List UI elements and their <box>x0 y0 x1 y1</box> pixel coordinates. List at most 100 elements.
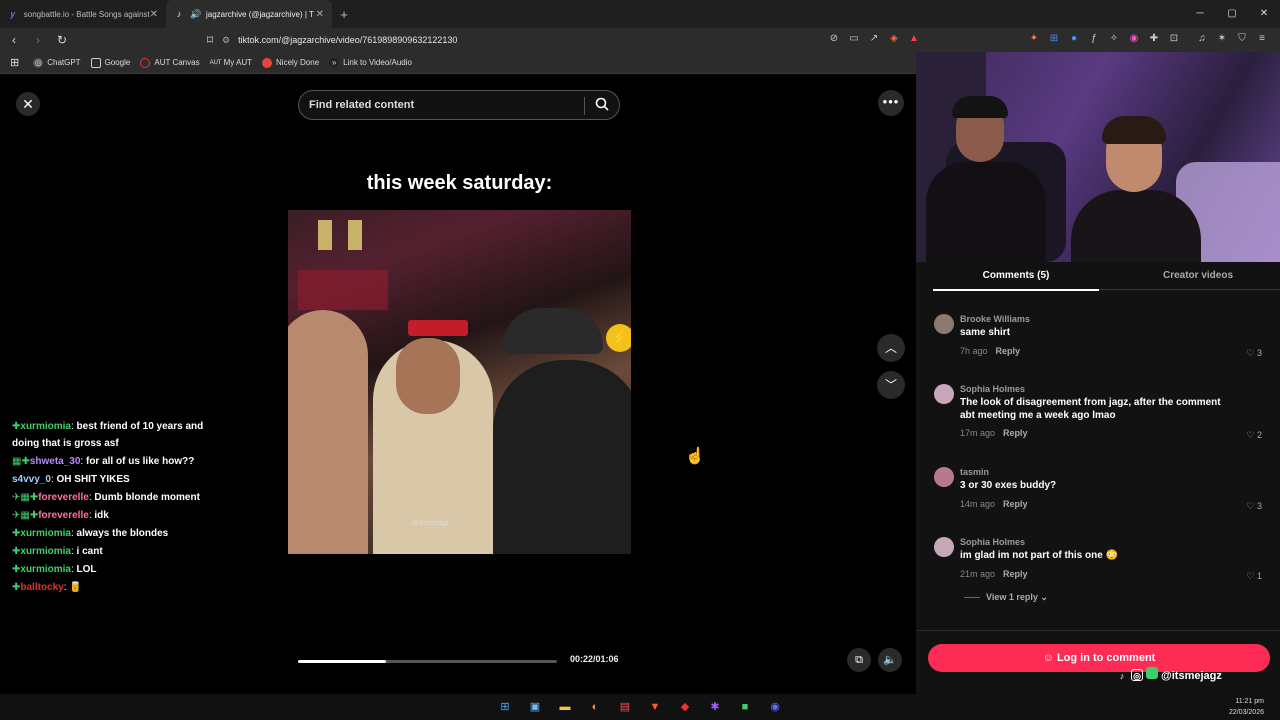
brave-shields-icon[interactable]: ◈ <box>886 30 902 48</box>
taskbar: ⊞ ▣ ▬ ◐ ▤ ▼ ◆ ✱ ■ ◉ <box>0 694 1280 720</box>
floating-player-icon[interactable]: ⧉ <box>847 648 871 672</box>
neon-sign <box>408 320 468 336</box>
reply-button[interactable]: Reply <box>1003 428 1028 438</box>
next-video-button[interactable]: ﹀ <box>877 371 905 399</box>
bookmark-aut-canvas[interactable]: AUT Canvas <box>140 57 200 68</box>
screenshot-icon[interactable]: ⊡ <box>1166 30 1182 48</box>
extensions-icon[interactable]: ✚ <box>1146 30 1162 48</box>
like-count: 3 <box>1256 501 1262 511</box>
chat-username[interactable]: foreverelle <box>38 510 89 521</box>
share-icon[interactable]: ↗ <box>866 30 882 48</box>
picture-in-picture-icon[interactable]: ▭ <box>846 30 862 48</box>
back-icon[interactable]: ‹ <box>4 30 24 50</box>
avatar[interactable] <box>934 537 954 557</box>
brave-icon[interactable]: ▼ <box>645 697 665 717</box>
extension-color-icon[interactable]: ◉ <box>1126 30 1142 48</box>
video-frame[interactable]: ⚡ @itsmejagz <box>288 210 631 554</box>
like-button[interactable]: ♡ 1 <box>1246 571 1262 582</box>
app-red-icon[interactable]: ◆ <box>675 697 695 717</box>
reply-button[interactable]: Reply <box>1003 499 1028 509</box>
chat-username[interactable]: balltocky <box>20 582 63 593</box>
comment-author[interactable]: Sophia Holmes <box>960 537 1025 547</box>
view-replies-button[interactable]: View 1 reply ⌄ <box>964 592 1048 603</box>
firefox-icon[interactable]: ◐ <box>585 697 605 717</box>
brave-rewards-icon[interactable]: ▲ <box>906 30 922 48</box>
apps-icon[interactable]: ⊞ <box>10 56 19 69</box>
forward-icon[interactable]: › <box>28 30 48 50</box>
audio-icon[interactable]: 🔊 <box>190 9 201 19</box>
app-green-icon[interactable]: ■ <box>735 697 755 717</box>
reply-button[interactable]: Reply <box>996 346 1021 356</box>
comment-author[interactable]: Brooke Williams <box>960 314 1030 324</box>
chat-text: idk <box>94 510 109 521</box>
avatar[interactable] <box>934 384 954 404</box>
chat-username[interactable]: s4vvy_0 <box>12 474 51 485</box>
video-player[interactable]: this week saturday: ⚡ @itsmejagz 00:22/0… <box>288 78 631 688</box>
menu-icon[interactable]: ≡ <box>1254 30 1270 48</box>
close-video-button[interactable]: ✕ <box>16 92 40 116</box>
streamer-left-body <box>926 162 1046 262</box>
tab-creator-videos[interactable]: Creator videos <box>1115 262 1280 290</box>
previous-video-button[interactable]: ︿ <box>877 334 905 362</box>
start-icon[interactable]: ⊞ <box>495 697 515 717</box>
extension-fox-icon[interactable]: ✦ <box>1026 30 1042 48</box>
leo-ai-icon[interactable]: ✶ <box>1214 30 1230 48</box>
more-options-icon[interactable]: ••• <box>878 90 904 116</box>
chat-username[interactable]: xurmiomia <box>20 564 71 575</box>
system-clock[interactable]: 11:21 pm 22/03/2026 <box>1229 694 1264 718</box>
reply-button[interactable]: Reply <box>1003 569 1028 579</box>
neon-light <box>298 270 388 310</box>
chat-text: 🥫 <box>69 582 82 593</box>
close-tab-icon[interactable]: ✕ <box>316 9 324 20</box>
like-count: 2 <box>1256 430 1262 440</box>
chat-username[interactable]: xurmiomia <box>20 421 71 432</box>
app-blue-icon[interactable]: ◉ <box>765 697 785 717</box>
bookmark-nicely-done[interactable]: Nicely Done <box>262 57 319 68</box>
heart-icon: ♡ <box>1246 348 1255 358</box>
new-tab-button[interactable]: + <box>332 7 356 22</box>
volume-icon[interactable]: 🔈 <box>878 648 902 672</box>
close-window-icon[interactable]: ✕ <box>1248 0 1280 28</box>
chat-username[interactable]: foreverelle <box>38 492 89 503</box>
video-watermark: @itsmejagz <box>412 520 449 527</box>
address-bar-actions: ⊘ ▭ ↗ ◈ ▲ <box>826 30 922 48</box>
chat-username[interactable]: xurmiomia <box>20 546 71 557</box>
search-icon[interactable] <box>595 97 609 111</box>
maximize-icon[interactable]: ▢ <box>1216 0 1248 28</box>
extension-script-icon[interactable]: ƒ <box>1086 30 1102 48</box>
obs-icon[interactable]: ▤ <box>615 697 635 717</box>
bookmark-link-video[interactable]: » Link to Video/Audio <box>329 57 412 68</box>
extension-pin-icon[interactable]: ✧ <box>1106 30 1122 48</box>
avatar[interactable] <box>934 467 954 487</box>
video-progress-bar[interactable] <box>298 660 557 663</box>
bookmark-icon[interactable]: ⌑ <box>200 30 220 50</box>
minimize-icon[interactable]: ─ <box>1184 0 1216 28</box>
media-icon[interactable]: ♫ <box>1194 30 1210 48</box>
site-info-icon[interactable]: ⚙ <box>222 35 230 46</box>
avatar[interactable] <box>934 314 954 334</box>
vpn-icon[interactable]: ⛉ <box>1234 30 1250 48</box>
tab-songbattle[interactable]: 𝑦 songbattle.io - Battle Songs against ✕ <box>0 0 166 28</box>
reload-icon[interactable]: ↻ <box>52 30 72 50</box>
chat-username[interactable]: xurmiomia <box>20 528 71 539</box>
figma-icon[interactable]: ✱ <box>705 697 725 717</box>
bookmark-google[interactable]: Google <box>90 57 130 68</box>
extension-blue-icon[interactable]: ● <box>1066 30 1082 48</box>
like-button[interactable]: ♡ 2 <box>1246 430 1262 441</box>
file-explorer-icon[interactable]: ▬ <box>555 697 575 717</box>
like-button[interactable]: ♡ 3 <box>1246 501 1262 512</box>
extension-translate-icon[interactable]: ⊞ <box>1046 30 1062 48</box>
reader-icon[interactable]: ⊘ <box>826 30 842 48</box>
chat-username[interactable]: shweta_30 <box>30 456 81 467</box>
search-related-input[interactable]: Find related content <box>298 90 620 120</box>
like-button[interactable]: ♡ 3 <box>1246 348 1262 359</box>
comment-author[interactable]: Sophia Holmes <box>960 384 1025 394</box>
comment-author[interactable]: tasmin <box>960 467 989 477</box>
tab-jagzarchive[interactable]: ♪ 🔊 jagzarchive (@jagzarchive) | T ✕ <box>166 0 332 28</box>
tab-comments[interactable]: Comments (5) <box>933 262 1099 291</box>
divider <box>916 630 1280 631</box>
widgets-icon[interactable]: ▣ <box>525 697 545 717</box>
bookmark-chatgpt[interactable]: ◎ ChatGPT <box>33 57 81 68</box>
bookmark-my-aut[interactable]: AUT My AUT <box>209 57 252 68</box>
close-tab-icon[interactable]: ✕ <box>150 9 158 20</box>
